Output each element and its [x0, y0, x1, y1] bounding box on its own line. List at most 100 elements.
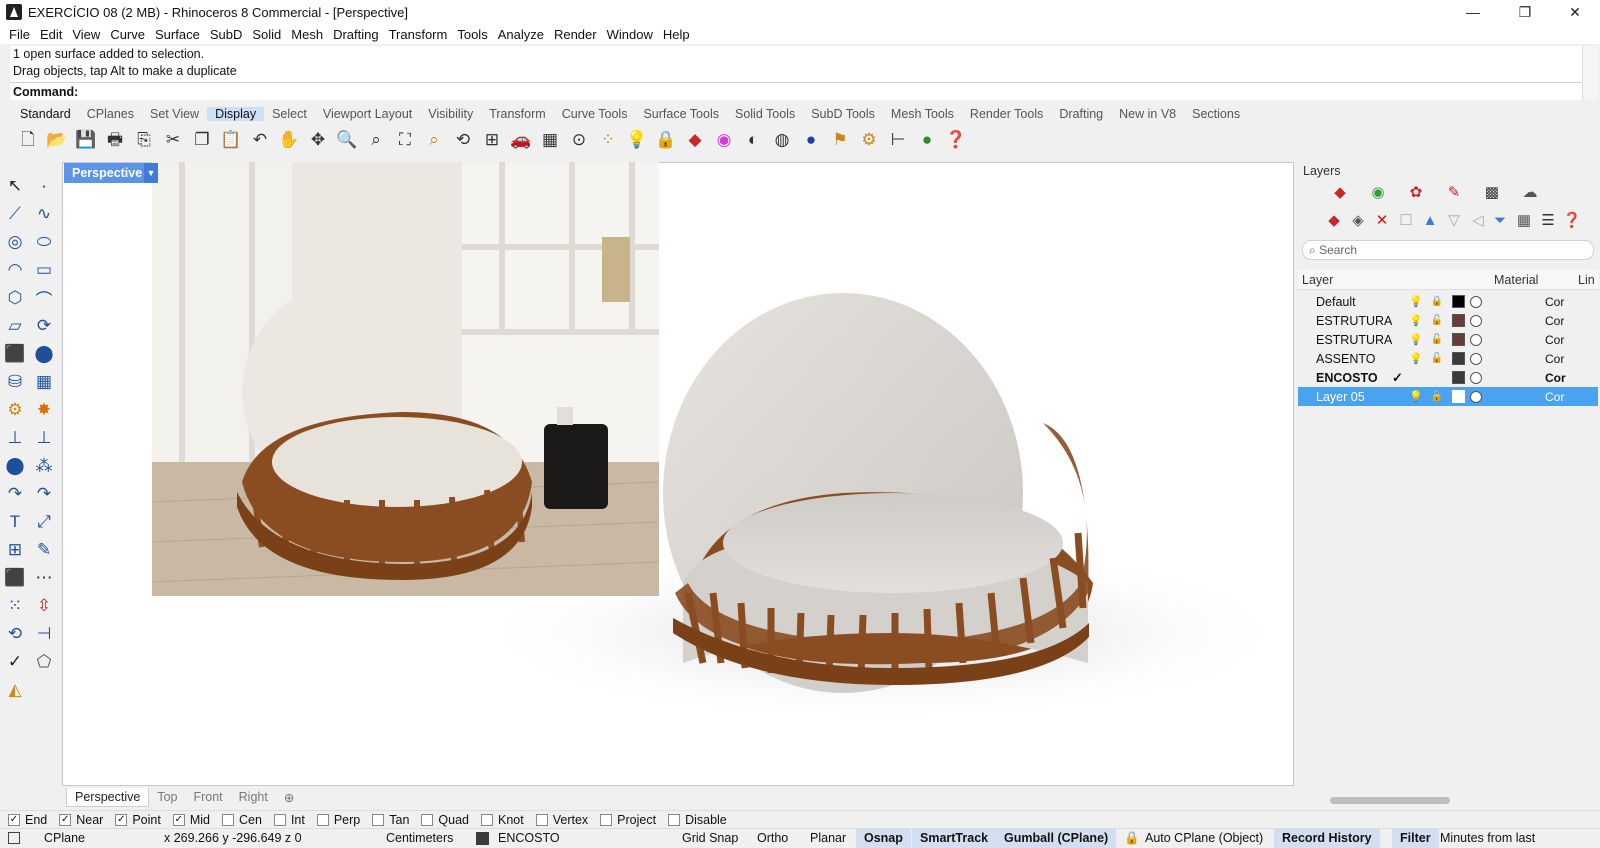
checkbox[interactable]	[222, 813, 234, 826]
viewport-tab-perspective[interactable]: Perspective	[66, 787, 150, 807]
menu-mesh[interactable]: Mesh	[286, 27, 328, 42]
text-icon[interactable]: T	[3, 510, 27, 534]
viewport-menu-arrow-icon[interactable]: ▼	[144, 163, 158, 183]
tab-standard[interactable]: Standard	[12, 107, 79, 121]
analyze-icon[interactable]: ⬠	[32, 650, 56, 674]
material-swatch[interactable]	[1470, 352, 1482, 365]
point-icon[interactable]: ·	[32, 174, 56, 198]
rotate-icon[interactable]: ⟲	[3, 622, 27, 646]
layer-row-selected[interactable]: Layer 05 💡 🔓 Cor	[1298, 387, 1598, 406]
layer-search-input[interactable]: ⌕ Search	[1302, 240, 1594, 260]
select-arrow-icon[interactable]: ↖	[3, 174, 27, 198]
environment-tab-icon[interactable]: ▩	[1482, 182, 1502, 202]
four-viewports-icon[interactable]: ⊞	[480, 127, 504, 151]
layer-row[interactable]: Default 💡 🔒 Cor	[1298, 292, 1598, 311]
tab-surface-tools[interactable]: Surface Tools	[635, 107, 727, 121]
lock-icon[interactable]: 🔒	[1431, 296, 1443, 308]
points-icon[interactable]: ⁘	[596, 127, 620, 151]
menu-tools[interactable]: Tools	[452, 27, 492, 42]
minimize-button[interactable]: —	[1450, 0, 1496, 24]
unlock-icon[interactable]: 🔓	[1431, 353, 1443, 365]
sphere-icon[interactable]: ⬤	[32, 342, 56, 366]
tab-sections[interactable]: Sections	[1184, 107, 1248, 121]
command-input[interactable]: Command:	[10, 82, 1586, 100]
arc-icon[interactable]: ◠	[3, 258, 27, 282]
checkbox[interactable]	[600, 813, 613, 826]
command-scrollbar[interactable]	[1582, 46, 1598, 100]
close-button[interactable]: ✕	[1552, 0, 1598, 24]
layer-color-swatch[interactable]	[1452, 390, 1465, 403]
undo-icon[interactable]: ↶	[248, 127, 272, 151]
bulb-icon[interactable]: 💡	[1409, 353, 1423, 365]
move-icon[interactable]: ⇳	[32, 594, 56, 618]
material-swatch[interactable]	[1470, 371, 1482, 384]
material-swatch[interactable]	[1470, 295, 1482, 308]
menu-subd[interactable]: SubD	[205, 27, 248, 42]
checkbox[interactable]	[421, 813, 434, 826]
osnap-knot[interactable]: Knot	[481, 813, 524, 827]
osnap-disable[interactable]: Disable	[668, 813, 727, 827]
menu-surface[interactable]: Surface	[150, 27, 205, 42]
layer-row-current[interactable]: ENCOSTO ✓ Cor	[1298, 368, 1598, 387]
checkbox[interactable]	[316, 813, 329, 826]
properties-tab-icon[interactable]: ✿	[1406, 182, 1426, 202]
unlock-icon[interactable]: 🔓	[1431, 334, 1443, 346]
dimension-icon[interactable]: ⊢	[886, 127, 910, 151]
undo-view-icon[interactable]: ⟲	[451, 127, 475, 151]
status-ortho[interactable]: Ortho	[757, 831, 788, 845]
osnap-point[interactable]: ✓ Point	[115, 813, 161, 827]
filter-icon[interactable]: ⚑	[828, 127, 852, 151]
tab-solid-tools[interactable]: Solid Tools	[727, 107, 803, 121]
osnap-icon[interactable]: ⊙	[567, 127, 591, 151]
curve-icon[interactable]: ∿	[32, 202, 56, 226]
explode-icon[interactable]: ✸	[32, 398, 56, 422]
viewport-tab-top[interactable]: Top	[149, 788, 185, 806]
move-down-icon[interactable]: ▽	[1444, 210, 1464, 230]
layer-color-swatch[interactable]	[1452, 333, 1465, 346]
tab-display[interactable]: Display	[207, 107, 265, 121]
reference-photo[interactable]	[152, 162, 659, 596]
bulb-icon[interactable]: 💡	[1409, 391, 1423, 403]
libraries-tab-icon[interactable]: ☁	[1520, 182, 1540, 202]
more-icon[interactable]: ⋯	[32, 566, 56, 590]
osnap-int[interactable]: Int	[273, 813, 305, 827]
move-up-icon[interactable]: ▲	[1420, 210, 1440, 230]
layers-tab-icon[interactable]: ◆	[1330, 182, 1350, 202]
status-record-history[interactable]: Record History	[1274, 829, 1380, 848]
lock-icon[interactable]: 🔒	[654, 127, 678, 151]
menu-drafting[interactable]: Drafting	[328, 27, 384, 42]
osnap-project[interactable]: Project	[600, 813, 656, 827]
check-icon[interactable]: ✓	[3, 650, 27, 674]
zoom-icon[interactable]: 🔍	[335, 127, 359, 151]
menu-icon[interactable]: ☰	[1538, 210, 1558, 230]
restore-button[interactable]: ❐	[1502, 0, 1548, 24]
menu-render[interactable]: Render	[549, 27, 602, 42]
car-icon[interactable]: 🚗	[509, 127, 533, 151]
tab-select[interactable]: Select	[264, 107, 315, 121]
bulb-icon[interactable]: 💡	[1409, 315, 1423, 327]
status-grid-snap[interactable]: Grid Snap	[682, 831, 738, 845]
open-icon[interactable]: 📂	[45, 127, 69, 151]
filter-layers-icon[interactable]: ⏷	[1490, 210, 1510, 230]
bulb-icon[interactable]: 💡	[1409, 334, 1423, 346]
fillet-curve-icon[interactable]: ⌒	[32, 286, 56, 310]
menu-view[interactable]: View	[67, 27, 105, 42]
layer-row[interactable]: ASSENTO 💡 🔓 Cor	[1298, 349, 1598, 368]
checkbox[interactable]	[273, 813, 286, 826]
paint-icon[interactable]: ◭	[3, 678, 27, 702]
layer-row[interactable]: ESTRUTURA 💡 🔓 Cor	[1298, 311, 1598, 330]
box-icon[interactable]: ⬛	[3, 342, 27, 366]
layer-color-swatch[interactable]	[1452, 314, 1465, 327]
menu-file[interactable]: File	[4, 27, 35, 42]
checkbox[interactable]	[481, 813, 493, 826]
rectangle-icon[interactable]: ▭	[32, 258, 56, 282]
layer-icon[interactable]: ◆	[683, 127, 707, 151]
tab-viewport-layout[interactable]: Viewport Layout	[315, 107, 420, 121]
status-auto-cplane[interactable]: Auto CPlane (Object)	[1145, 831, 1263, 845]
block-icon[interactable]: ⬛	[3, 566, 27, 590]
status-planar[interactable]: Planar	[810, 831, 846, 845]
import-icon[interactable]: ⎘	[132, 127, 156, 151]
tab-mesh-tools[interactable]: Mesh Tools	[883, 107, 962, 121]
tab-cplanes[interactable]: CPlanes	[79, 107, 142, 121]
cylinder-icon[interactable]: ⛁	[3, 370, 27, 394]
